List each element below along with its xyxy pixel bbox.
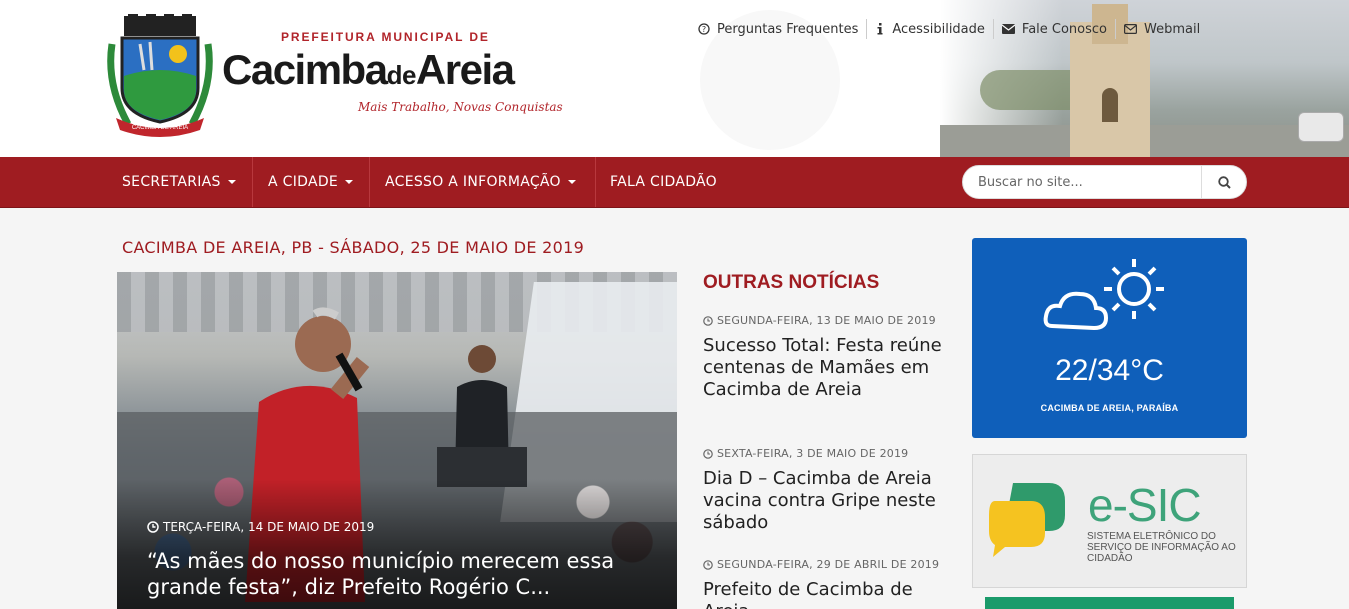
news-item[interactable]: SEGUNDA-FEIRA, 29 DE ABRIL DE 2019 Prefe…: [703, 558, 953, 609]
feature-date: TERÇA-FEIRA, 14 DE MAIO DE 2019: [147, 520, 374, 534]
news-date-text: SEGUNDA-FEIRA, 13 DE MAIO DE 2019: [717, 314, 936, 327]
other-news-section: OUTRAS NOTÍCIAS SEGUNDA-FEIRA, 13 DE MAI…: [703, 272, 953, 609]
search-input[interactable]: [963, 166, 1201, 198]
news-date-text: SEXTA-FEIRA, 3 DE MAIO DE 2019: [717, 447, 909, 460]
search-button[interactable]: [1201, 166, 1246, 198]
top-links-bar: ? Perguntas Frequentes Acessibilidade Fa…: [690, 19, 1208, 39]
toplink-accessibility[interactable]: Acessibilidade: [867, 19, 994, 39]
partly-cloudy-icon: [1043, 259, 1164, 331]
news-date: SEGUNDA-FEIRA, 13 DE MAIO DE 2019: [703, 314, 953, 327]
main-navbar: SECRETARIAS A CIDADE ACESSO A INFORMAÇÃO…: [0, 157, 1349, 208]
news-item[interactable]: SEGUNDA-FEIRA, 13 DE MAIO DE 2019 Sucess…: [703, 314, 953, 401]
toplink-accessibility-label: Acessibilidade: [892, 21, 985, 37]
crest-ribbon-text: CACIMBA DE AREIA: [132, 125, 188, 131]
site-header: CACIMBA DE AREIA PREFEITURA MUNICIPAL DE…: [0, 0, 1349, 157]
nav-acesso-informacao-label: ACESSO A INFORMAÇÃO: [385, 174, 561, 190]
feature-date-text: TERÇA-FEIRA, 14 DE MAIO DE 2019: [163, 520, 375, 534]
current-date-line: CACIMBA DE AREIA, PB - SÁBADO, 25 DE MAI…: [122, 238, 585, 257]
feature-photo-dj: [437, 345, 527, 487]
municipal-crest-logo[interactable]: CACIMBA DE AREIA: [106, 14, 214, 138]
esic-subtitle: SISTEMA ELETRÔNICO DO SERVIÇO DE INFORMA…: [1087, 531, 1236, 564]
toplink-faq[interactable]: ? Perguntas Frequentes: [690, 19, 868, 39]
info-icon: [877, 23, 883, 35]
news-date-text: SEGUNDA-FEIRA, 29 DE ABRIL DE 2019: [717, 558, 940, 571]
weather-location: CACIMBA DE AREIA, PARAÍBA: [1040, 403, 1179, 413]
toplink-webmail-label: Webmail: [1144, 21, 1201, 37]
news-title[interactable]: Prefeito de Cacimba de Areia: [703, 579, 953, 609]
clock-icon: [703, 559, 713, 570]
svg-text:?: ?: [702, 25, 706, 34]
nav-fala-cidadao-label: FALA CIDADÃO: [610, 174, 717, 190]
logo-word-areia: Areia: [415, 46, 515, 93]
esic-banner[interactable]: e-SIC SISTEMA ELETRÔNICO DO SERVIÇO DE I…: [972, 454, 1247, 588]
clock-icon: [703, 448, 713, 459]
other-news-heading: OUTRAS NOTÍCIAS: [703, 272, 880, 293]
logo-tagline: Mais Trabalho, Novas Conquistas: [358, 100, 563, 114]
toplink-faq-label: Perguntas Frequentes: [717, 21, 859, 37]
esic-title: e-SIC: [1088, 479, 1202, 531]
news-title[interactable]: Dia D – Cacimba de Areia vacina contra G…: [703, 468, 953, 534]
weather-temperature: 22/34°C: [1055, 354, 1164, 387]
nav-a-cidade[interactable]: A CIDADE: [268, 157, 354, 207]
question-circle-icon: ?: [698, 23, 710, 35]
logo-city-name[interactable]: CacimbadeAreia: [222, 46, 515, 94]
news-date: SEGUNDA-FEIRA, 29 DE ABRIL DE 2019: [703, 558, 953, 571]
nav-a-cidade-label: A CIDADE: [268, 174, 339, 190]
green-banner-button[interactable]: [985, 597, 1234, 609]
caret-down-icon: [567, 180, 576, 184]
feature-title[interactable]: “As mães do nosso município merecem essa…: [147, 548, 647, 600]
news-title[interactable]: Sucesso Total: Festa reúne centenas de M…: [703, 335, 953, 401]
toplink-contact-label: Fale Conosco: [1021, 21, 1107, 37]
nav-secretarias-label: SECRETARIAS: [122, 174, 221, 190]
logo-prefeitura-text: PREFEITURA MUNICIPAL DE: [281, 30, 490, 44]
caret-down-icon: [345, 180, 354, 184]
caret-down-icon: [227, 180, 236, 184]
toplink-webmail[interactable]: Webmail: [1116, 19, 1208, 39]
logo-word-cacimba: Cacimba: [222, 46, 388, 93]
search-icon: [1217, 175, 1231, 189]
clock-icon: [703, 315, 713, 326]
chat-bubbles-icon: [989, 483, 1065, 557]
nav-fala-cidadao[interactable]: FALA CIDADÃO: [610, 157, 717, 207]
toplink-contact[interactable]: Fale Conosco: [994, 19, 1116, 39]
clock-icon: [147, 521, 159, 533]
envelope-icon: [1001, 24, 1015, 34]
featured-news-card[interactable]: TERÇA-FEIRA, 14 DE MAIO DE 2019 “As mães…: [117, 272, 677, 609]
weather-widget: 22/34°C CACIMBA DE AREIA, PARAÍBA: [972, 238, 1247, 438]
nav-acesso-informacao[interactable]: ACESSO A INFORMAÇÃO: [385, 157, 576, 207]
search-box: [962, 165, 1247, 199]
logo-word-de: de: [386, 60, 417, 90]
news-date: SEXTA-FEIRA, 3 DE MAIO DE 2019: [703, 447, 953, 460]
envelope-outline-icon: [1124, 24, 1137, 34]
nav-secretarias[interactable]: SECRETARIAS: [122, 157, 236, 207]
news-item[interactable]: SEXTA-FEIRA, 3 DE MAIO DE 2019 Dia D – C…: [703, 447, 953, 534]
